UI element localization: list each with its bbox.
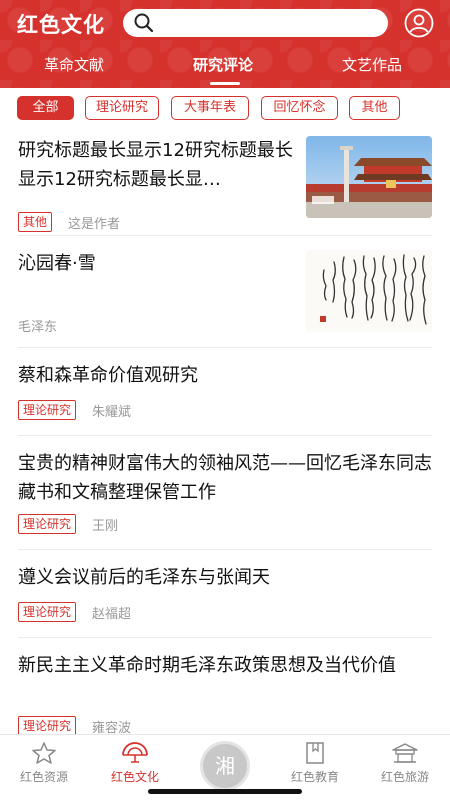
list-item[interactable]: 沁园春·雪 毛泽东 [18, 236, 432, 348]
tab-revolutionary-documents[interactable]: 革命文献 [44, 54, 104, 75]
nav-red-resources[interactable]: 红色资源 [4, 741, 84, 785]
center-logo-button[interactable]: 湘 [200, 741, 250, 791]
tab-research-commentary[interactable]: 研究评论 [193, 54, 253, 75]
nav-label: 红色教育 [290, 770, 339, 784]
tab-literary-works[interactable]: 文艺作品 [342, 54, 402, 75]
app-title: 红色文化 [17, 13, 105, 37]
tiananmen-photo [306, 136, 432, 218]
article-meta: 其他 这是作者 [18, 212, 120, 232]
article-meta: 毛泽东 [18, 316, 57, 335]
filter-memories[interactable]: 回忆怀念 [261, 96, 338, 120]
article-tag: 其他 [18, 212, 53, 232]
nav-red-tourism[interactable]: 红色旅游 [365, 741, 445, 785]
nav-red-education[interactable]: 红色教育 [275, 741, 355, 785]
article-author: 这是作者 [68, 216, 121, 232]
article-meta: 理论研究 王刚 [18, 514, 118, 534]
list-item[interactable]: 蔡和森革命价值观研究 理论研究 朱耀斌 [18, 348, 432, 436]
fan-icon [122, 742, 148, 763]
app-header: 红色文化 革命文献 研究评论 文艺作品 [0, 0, 450, 88]
article-meta: 理论研究 朱耀斌 [18, 400, 131, 420]
list-item[interactable]: 宝贵的精神财富伟大的领袖风范——回忆毛泽东同志藏书和文稿整理保管工作 理论研究 … [18, 436, 432, 550]
article-title: 研究标题最长显示12研究标题最长显示12研究标题最长显… [18, 140, 293, 190]
article-author: 朱耀斌 [92, 404, 132, 420]
nav-label: 红色文化 [110, 770, 159, 784]
article-tag: 理论研究 [18, 716, 77, 734]
article-author: 赵福超 [92, 606, 132, 622]
list-item[interactable]: 研究标题最长显示12研究标题最长显示12研究标题最长显… 其他 这是作者 [18, 136, 432, 236]
article-title: 遵义会议前后的毛泽东与张闻天 [18, 567, 270, 588]
article-author: 毛泽东 [18, 320, 58, 335]
article-author: 王刚 [92, 518, 119, 534]
list-item[interactable]: 遵义会议前后的毛泽东与张闻天 理论研究 赵福超 [18, 550, 432, 638]
article-title: 蔡和森革命价值观研究 [18, 365, 198, 386]
article-title: 沁园春·雪 [18, 253, 96, 274]
search-input[interactable] [161, 13, 376, 33]
nav-label: 红色资源 [19, 770, 68, 784]
book-icon [306, 742, 324, 764]
article-author: 雍容波 [92, 720, 132, 735]
filter-chips: 全部 理论研究 大事年表 回忆怀念 其他 [0, 96, 450, 124]
user-avatar-icon[interactable] [404, 8, 434, 38]
building-icon [392, 743, 418, 763]
filter-all[interactable]: 全部 [17, 96, 74, 120]
article-tag: 理论研究 [18, 602, 77, 622]
filter-other[interactable]: 其他 [349, 96, 400, 120]
filter-chronicle[interactable]: 大事年表 [171, 96, 249, 120]
calligraphy-image [306, 250, 432, 332]
article-title: 宝贵的精神财富伟大的领袖风范——回忆毛泽东同志藏书和文稿整理保管工作 [18, 453, 432, 503]
article-meta: 理论研究 雍容波 [18, 716, 131, 734]
active-tab-indicator [210, 82, 240, 85]
article-tag: 理论研究 [18, 514, 77, 534]
list-item[interactable]: 新民主主义革命时期毛泽东政策思想及当代价值 理论研究 雍容波 [18, 638, 432, 734]
search-icon [134, 13, 154, 33]
home-indicator [148, 789, 302, 794]
article-meta: 理论研究 赵福超 [18, 602, 131, 622]
filter-theory-research[interactable]: 理论研究 [85, 96, 159, 120]
article-list: 研究标题最长显示12研究标题最长显示12研究标题最长显… 其他 这是作者 沁园春… [0, 124, 450, 734]
nav-label: 红色旅游 [380, 770, 429, 784]
nav-red-culture[interactable]: 红色文化 [95, 741, 175, 785]
search-bar[interactable] [123, 9, 388, 37]
article-tag: 理论研究 [18, 400, 77, 420]
category-tabs: 革命文献 研究评论 文艺作品 [0, 50, 450, 88]
star-icon [32, 742, 56, 764]
article-title: 新民主主义革命时期毛泽东政策思想及当代价值 [18, 655, 396, 676]
